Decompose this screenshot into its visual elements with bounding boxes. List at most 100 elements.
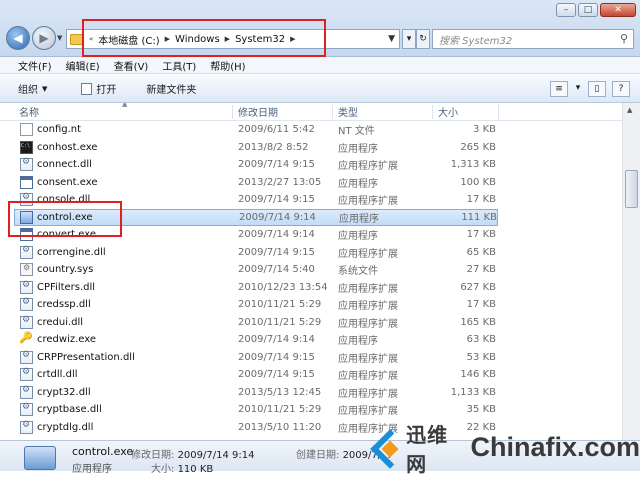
back-button[interactable]: ◀ [6,26,30,50]
file-date: 2010/11/21 5:29 [238,299,322,311]
file-name-cell[interactable]: console.dll [20,192,90,207]
file-row[interactable]: cryptbase.dll 2010/11/21 5:29 应用程序扩展 35 KB [0,401,622,419]
file-name-cell[interactable]: control.exe [20,210,93,224]
breadcrumb-windows[interactable]: Windows [175,34,220,45]
organize-button[interactable]: 组织 ▼ [18,81,47,97]
dll-icon [20,280,33,294]
file-name-cell[interactable]: credui.dll [20,315,83,329]
file-name-cell[interactable]: CPFilters.dll [20,280,96,294]
dll-icon [20,420,33,434]
file-name-cell[interactable]: conhost.exe [20,140,97,154]
file-type: 应用程序扩展 [338,406,398,418]
chevron-right-icon[interactable]: ▶ [290,35,295,43]
file-size: 3 KB [473,124,496,136]
search-placeholder: 搜索 System32 [439,35,513,47]
view-options-icon[interactable]: ≡ [550,80,568,97]
file-date: 2009/7/14 5:40 [238,264,315,276]
file-name-cell[interactable]: cryptbase.dll [20,402,102,417]
open-button[interactable]: 打开 [81,81,116,96]
scroll-up-arrow-icon[interactable]: ▲ [627,106,632,114]
file-row[interactable]: consent.exe 2013/2/27 13:05 应用程序 100 KB [0,174,622,192]
scrollbar-thumb[interactable] [625,170,638,208]
menu-help[interactable]: 帮助(H) [210,58,245,73]
recent-pages-dropdown[interactable]: ▼ [57,34,62,42]
file-row[interactable]: connect.dll 2009/7/14 9:15 应用程序扩展 1,313 KB [0,156,622,174]
file-row[interactable]: credwiz.exe 2009/7/14 9:14 应用程序 63 KB [0,331,622,349]
file-name: CPFilters.dll [37,281,96,293]
file-row[interactable]: control.exe 2009/7/14 9:14 应用程序 111 KB [14,208,498,226]
file-name: cryptbase.dll [37,404,102,416]
breadcrumb-drive[interactable]: 本地磁盘 (C:) [98,32,159,47]
file-name-cell[interactable]: consent.exe [20,175,98,189]
dropdown-arrow-icon[interactable]: ▾ [402,29,416,49]
file-row[interactable]: convert.exe 2009/7/14 9:14 应用程序 17 KB [0,226,622,244]
chevron-left-double-icon[interactable]: « [89,35,93,43]
file-name-cell[interactable]: crtdll.dll [20,367,78,382]
file-name-cell[interactable]: credssp.dll [20,297,91,312]
column-header-date[interactable]: 修改日期 [238,104,278,119]
minimize-button[interactable]: – [556,3,576,17]
file-row[interactable]: correngine.dll 2009/7/14 9:15 应用程序扩展 65 KB [0,244,622,262]
file-name-cell[interactable]: convert.exe [20,228,96,242]
forward-button[interactable]: ▶ [32,26,56,50]
menu-view[interactable]: 查看(V) [114,58,149,73]
file-row[interactable]: credssp.dll 2010/11/21 5:29 应用程序扩展 17 KB [0,296,622,314]
file-name-cell[interactable]: connect.dll [20,157,92,172]
file-size: 35 KB [466,404,496,416]
chevron-right-icon[interactable]: ▶ [165,35,170,43]
maximize-button[interactable]: □ [578,3,598,17]
file-name-cell[interactable]: country.sys [20,263,93,277]
dll-icon [20,385,33,399]
chevron-down-icon[interactable]: ▼ [388,34,395,44]
menu-edit[interactable]: 编辑(E) [66,58,100,73]
preview-pane-icon[interactable]: ▯ [588,80,606,97]
file-name-cell[interactable]: crypt32.dll [20,385,91,399]
file-name: CRPPresentation.dll [37,351,135,363]
file-row[interactable]: conhost.exe 2013/8/2 8:52 应用程序 265 KB [0,139,622,157]
column-divider[interactable] [432,105,433,119]
file-name-cell[interactable]: cryptdlg.dll [20,420,93,434]
file-type: 应用程序 [339,213,379,225]
file-name-cell[interactable]: CRPPresentation.dll [20,350,135,364]
details-size-label: 大小: [151,464,175,475]
help-icon[interactable]: ? [612,80,630,97]
column-divider[interactable] [232,105,233,119]
column-header-name[interactable]: 名称 [19,104,39,119]
column-header-type[interactable]: 类型 [338,104,358,119]
dll-icon [20,402,33,417]
refresh-icon[interactable]: ↻ [416,29,430,49]
file-date: 2013/8/2 8:52 [238,141,309,153]
open-label: 打开 [96,85,117,96]
file-date: 2009/7/14 9:14 [239,211,316,223]
column-divider[interactable] [332,105,333,119]
vertical-scrollbar[interactable]: ▲ [622,103,640,440]
file-date: 2009/6/11 5:42 [238,124,315,136]
column-header-size[interactable]: 大小 [438,104,496,119]
breadcrumb-system32[interactable]: System32 [235,34,285,45]
search-icon[interactable]: ⚲ [620,32,628,45]
file-size: 146 KB [460,369,496,381]
file-name-cell[interactable]: credwiz.exe [19,331,96,346]
menu-file[interactable]: 文件(F) [18,58,52,73]
file-row[interactable]: CRPPresentation.dll 2009/7/14 9:15 应用程序扩展 5… [0,349,622,367]
chevron-right-icon[interactable]: ▶ [225,35,230,43]
file-row[interactable]: console.dll 2009/7/14 9:15 应用程序扩展 17 KB [0,191,622,209]
window-controls: – □ ✕ [556,3,636,17]
close-button[interactable]: ✕ [600,3,636,17]
watermark-cn: 迅维网 [406,422,449,476]
file-name-cell[interactable]: config.nt [20,123,81,137]
file-row[interactable]: crypt32.dll 2013/5/13 12:45 应用程序扩展 1,133 KB [0,384,622,402]
address-bar[interactable]: « 本地磁盘 (C:) ▶ Windows ▶ System32 ▶ ▼ [66,29,400,49]
file-row[interactable]: config.nt 2009/6/11 5:42 NT 文件 3 KB [0,121,622,139]
new-folder-button[interactable]: 新建文件夹 [146,81,196,96]
search-input[interactable]: 搜索 System32 ⚲ [432,29,634,49]
file-name-cell[interactable]: correngine.dll [20,245,106,259]
file-size: 100 KB [460,176,496,188]
file-row[interactable]: country.sys 2009/7/14 5:40 系统文件 27 KB [0,261,622,279]
column-divider[interactable] [498,105,499,119]
chevron-down-icon[interactable]: ▾ [574,81,582,97]
menu-tools[interactable]: 工具(T) [162,58,196,73]
file-row[interactable]: credui.dll 2010/11/21 5:29 应用程序扩展 165 KB [0,314,622,332]
file-row[interactable]: CPFilters.dll 2010/12/23 13:54 应用程序扩展 627 K… [0,279,622,297]
file-row[interactable]: crtdll.dll 2009/7/14 9:15 应用程序扩展 146 KB [0,366,622,384]
